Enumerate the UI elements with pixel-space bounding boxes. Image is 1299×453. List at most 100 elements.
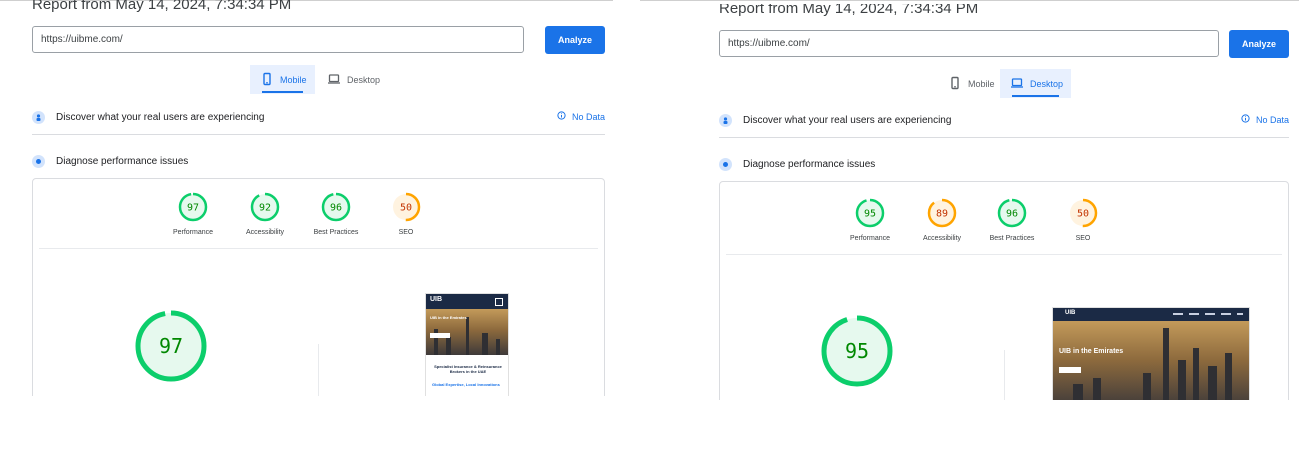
screenshot-hero: UIB in the Emirates — [426, 309, 508, 355]
score-gauge-best-practices[interactable]: 96 Best Practices — [300, 191, 372, 236]
score-value: 89 — [936, 209, 948, 220]
phone-icon — [948, 76, 962, 92]
diagnose-row: Diagnose performance issues — [32, 152, 188, 170]
tab-mobile[interactable]: Mobile — [938, 69, 1000, 98]
tab-label: Desktop — [347, 74, 381, 85]
score-ring: 95 — [855, 198, 885, 228]
field-data-row: Discover what your real users are experi… — [32, 108, 264, 126]
no-data-label: No Data — [571, 111, 605, 122]
scores-card: 97 Performance 92 Accessibility 96 Best Pract… — [32, 178, 605, 396]
analyze-button[interactable]: Analyze — [545, 26, 605, 54]
score-ring: 92 — [250, 192, 280, 222]
screenshot-hero-button — [430, 333, 450, 338]
analyze-button[interactable]: Analyze — [1229, 30, 1289, 58]
score-gauge-accessibility[interactable]: 89 Accessibility — [906, 197, 978, 242]
score-value: 96 — [330, 203, 342, 214]
score-ring: 97 — [178, 192, 208, 222]
info-icon — [557, 111, 566, 122]
score-ring: 96 — [321, 192, 351, 222]
big-score-value: 95 — [845, 339, 869, 363]
screenshot-logo: UIB — [1065, 310, 1076, 316]
score-gauge-performance[interactable]: 97 Performance — [157, 191, 229, 236]
report-panel-mobile: Report from May 14, 2024, 7:34:34 PM Ana… — [32, 0, 605, 396]
no-data-link[interactable]: No Data — [557, 111, 605, 122]
laptop-icon — [327, 72, 341, 88]
menu-icon — [495, 298, 503, 306]
url-input[interactable] — [719, 30, 1219, 57]
users-icon — [719, 113, 732, 127]
score-ring: 50 — [391, 192, 421, 222]
score-value: 92 — [259, 203, 271, 214]
score-gauge-best-practices[interactable]: 96 Best Practices — [976, 197, 1048, 242]
laptop-icon — [1010, 76, 1024, 92]
big-score-value: 97 — [159, 334, 183, 358]
diagnose-label: Diagnose performance issues — [743, 158, 876, 170]
score-label: SEO — [398, 229, 414, 236]
screenshot-body-title: Specialist Insurance & Reinsurance Broke… — [434, 364, 502, 374]
score-label: Best Practices — [989, 235, 1035, 242]
tab-desktop[interactable]: Desktop — [317, 65, 387, 94]
score-value: 50 — [400, 203, 412, 214]
score-ring: 96 — [997, 198, 1027, 228]
diagnose-row: Diagnose performance issues — [719, 155, 875, 173]
score-label: Best Practices — [313, 229, 359, 236]
section-divider — [32, 134, 605, 135]
score-label: Performance — [849, 235, 891, 242]
screenshot-body-link: Global Expertise, Local Innovations — [432, 382, 500, 387]
tab-label: Mobile — [968, 78, 995, 89]
big-score-gauge: 97 — [135, 310, 207, 382]
score-value: 50 — [1077, 209, 1089, 220]
score-ring: 50 — [1068, 198, 1098, 228]
report-title: Report from May 14, 2024, 7:34:34 PM — [719, 4, 979, 17]
lab-icon — [32, 154, 45, 168]
score-gauges: 97 Performance 92 Accessibility 96 Best Pract… — [33, 191, 604, 251]
scores-card: 95 Performance 89 Accessibility 96 Best Pract… — [719, 181, 1289, 400]
tab-desktop[interactable]: Desktop — [1000, 69, 1071, 98]
phone-icon — [260, 72, 274, 88]
field-data-label: Discover what your real users are experi… — [743, 114, 952, 126]
tab-label: Desktop — [1030, 78, 1064, 89]
score-gauges: 95 Performance 89 Accessibility 96 Best Pract… — [720, 197, 1288, 257]
tab-mobile[interactable]: Mobile — [250, 65, 315, 94]
score-gauge-seo[interactable]: 50 SEO — [370, 191, 442, 236]
section-divider — [719, 137, 1289, 138]
lab-icon — [719, 157, 732, 171]
tab-label: Mobile — [280, 74, 307, 85]
score-gauge-accessibility[interactable]: 92 Accessibility — [229, 191, 301, 236]
screenshot-nav-links — [1173, 313, 1243, 315]
screenshot-navbar: UIB — [426, 294, 508, 309]
vertical-divider — [318, 344, 319, 396]
screenshot-hero-title: UIB in the Emirates — [430, 315, 467, 320]
desktop-page-screenshot: UIB UIB in the Emirates — [1052, 307, 1250, 400]
info-icon — [1241, 114, 1250, 125]
score-gauge-seo[interactable]: 50 SEO — [1047, 197, 1119, 242]
big-score-gauge: 95 — [821, 315, 893, 387]
no-data-link[interactable]: No Data — [1241, 114, 1289, 125]
screenshot-hero-button — [1059, 367, 1081, 373]
field-data-row: Discover what your real users are experi… — [719, 111, 951, 129]
screenshot-hero-title: UIB in the Emirates — [1059, 348, 1124, 355]
score-gauge-performance[interactable]: 95 Performance — [834, 197, 906, 242]
url-input[interactable] — [32, 26, 524, 53]
diagnose-label: Diagnose performance issues — [56, 155, 189, 167]
screenshot-navbar: UIB — [1053, 308, 1249, 321]
top-border-right — [640, 0, 1299, 1]
card-divider — [39, 248, 598, 249]
score-value: 97 — [187, 203, 199, 214]
report-panel-desktop: Report from May 14, 2024, 7:34:34 PM Ana… — [719, 4, 1289, 400]
score-label: Accessibility — [245, 229, 285, 236]
mobile-page-screenshot: UIB UIB in the Emirates Specialist Insur… — [425, 293, 509, 396]
no-data-label: No Data — [1255, 114, 1289, 125]
field-data-label: Discover what your real users are experi… — [56, 111, 265, 123]
users-icon — [32, 110, 45, 124]
card-divider — [726, 254, 1282, 255]
screenshot-hero: UIB in the Emirates — [1053, 321, 1249, 400]
screenshot-logo: UIB — [430, 296, 443, 303]
score-value: 96 — [1006, 209, 1018, 220]
score-value: 95 — [864, 209, 876, 220]
score-ring: 89 — [927, 198, 957, 228]
score-label: Performance — [172, 229, 214, 236]
report-title: Report from May 14, 2024, 7:34:34 PM — [32, 0, 292, 13]
score-label: SEO — [1075, 235, 1091, 242]
score-label: Accessibility — [922, 235, 962, 242]
